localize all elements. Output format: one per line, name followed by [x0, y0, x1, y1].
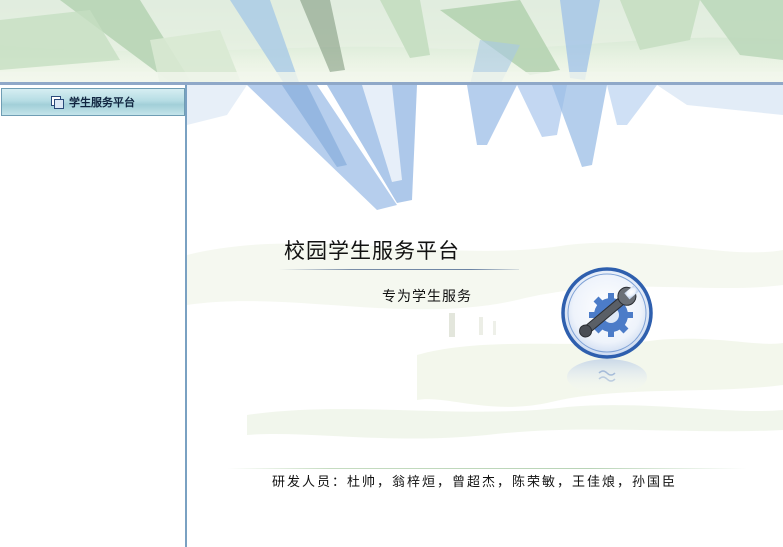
page-title: 校园学生服务平台 [284, 239, 460, 263]
developers-credit: 研发人员：杜帅，翁梓烜，曾超杰，陈荣敏，王佳烺，孙国臣 [272, 475, 678, 490]
sidebar-item-student-service-platform[interactable]: 学生服务平台 [1, 88, 185, 116]
banner-leaves-graphic [0, 0, 783, 82]
page-subtitle: 专为学生服务 [382, 289, 472, 305]
sidebar: 学生服务平台 [0, 85, 187, 547]
windows-stack-icon [51, 96, 64, 109]
sidebar-item-label: 学生服务平台 [69, 96, 135, 109]
footer-divider [227, 468, 747, 469]
main-content: 校园学生服务平台 专为学生服务 研发人员：杜帅，翁梓烜，曾超杰，陈荣敏，王佳烺，… [187, 85, 783, 547]
wrench-gear-icon [561, 267, 653, 395]
title-divider [279, 269, 519, 270]
app-window: 学生服务平台 校园学生服务平台 专为学生服务 研发人员：杜帅，翁梓烜，曾超杰，陈… [0, 0, 783, 547]
header-banner [0, 0, 783, 85]
